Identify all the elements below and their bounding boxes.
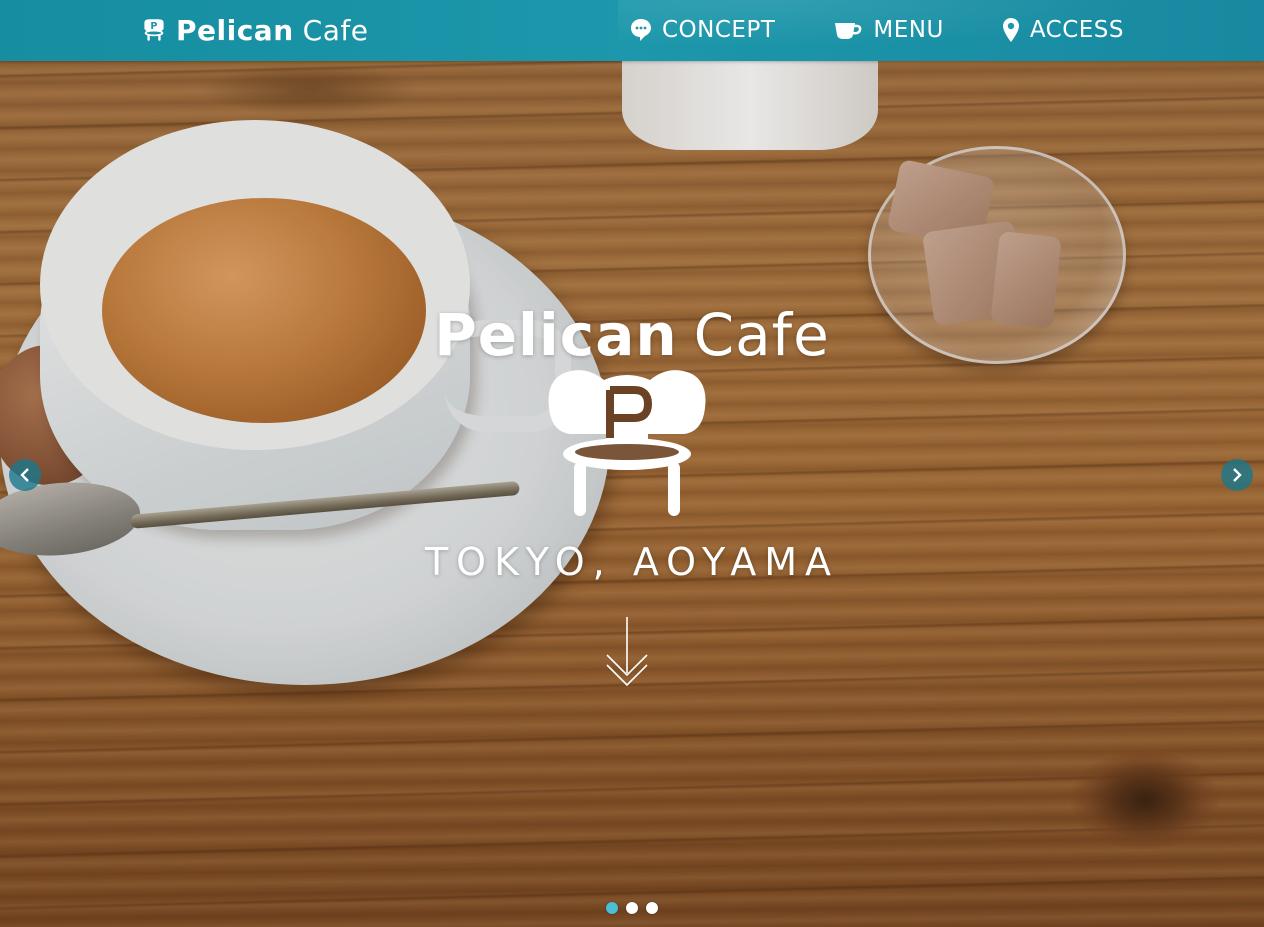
top-nav-bar: P Pelican Cafe CONCEPT MENU ACCESS	[0, 0, 1264, 61]
hero-title: Pelican Cafe	[0, 301, 1264, 369]
slider-dot-3[interactable]	[646, 902, 658, 914]
slider-dot-1[interactable]	[606, 902, 618, 914]
hero-title-bold: Pelican	[434, 300, 678, 369]
speech-bubble-icon	[631, 19, 651, 41]
brand-name-light: Cafe	[302, 13, 369, 47]
slider-pagination	[0, 902, 1264, 914]
slider-dot-2[interactable]	[626, 902, 638, 914]
map-pin-icon	[1002, 18, 1019, 42]
hero-title-light: Cafe	[693, 300, 830, 369]
nav-access[interactable]: ACCESS	[1002, 17, 1124, 43]
coffee-cup-icon	[835, 23, 862, 39]
slider-prev-button[interactable]	[9, 459, 41, 491]
slider-next-button[interactable]	[1221, 459, 1253, 491]
main-nav: CONCEPT MENU ACCESS	[630, 10, 1124, 50]
double-chevron-down-arrow-icon[interactable]	[604, 615, 650, 687]
nav-menu[interactable]: MENU	[833, 17, 943, 43]
chevron-right-icon	[1233, 468, 1242, 482]
chevron-left-icon	[20, 468, 29, 482]
hero-subtitle-location: TOKYO, AOYAMA	[424, 540, 840, 584]
nav-concept[interactable]: CONCEPT	[630, 17, 775, 43]
nav-concept-label: CONCEPT	[662, 17, 776, 43]
brand-logo-link[interactable]: P Pelican Cafe	[142, 10, 368, 50]
chair-p-logo-icon: P	[144, 19, 164, 41]
chair-p-logo-icon	[548, 370, 706, 516]
brand-name-bold: Pelican	[176, 13, 294, 47]
nav-access-label: ACCESS	[1029, 17, 1124, 43]
nav-menu-label: MENU	[873, 17, 944, 43]
